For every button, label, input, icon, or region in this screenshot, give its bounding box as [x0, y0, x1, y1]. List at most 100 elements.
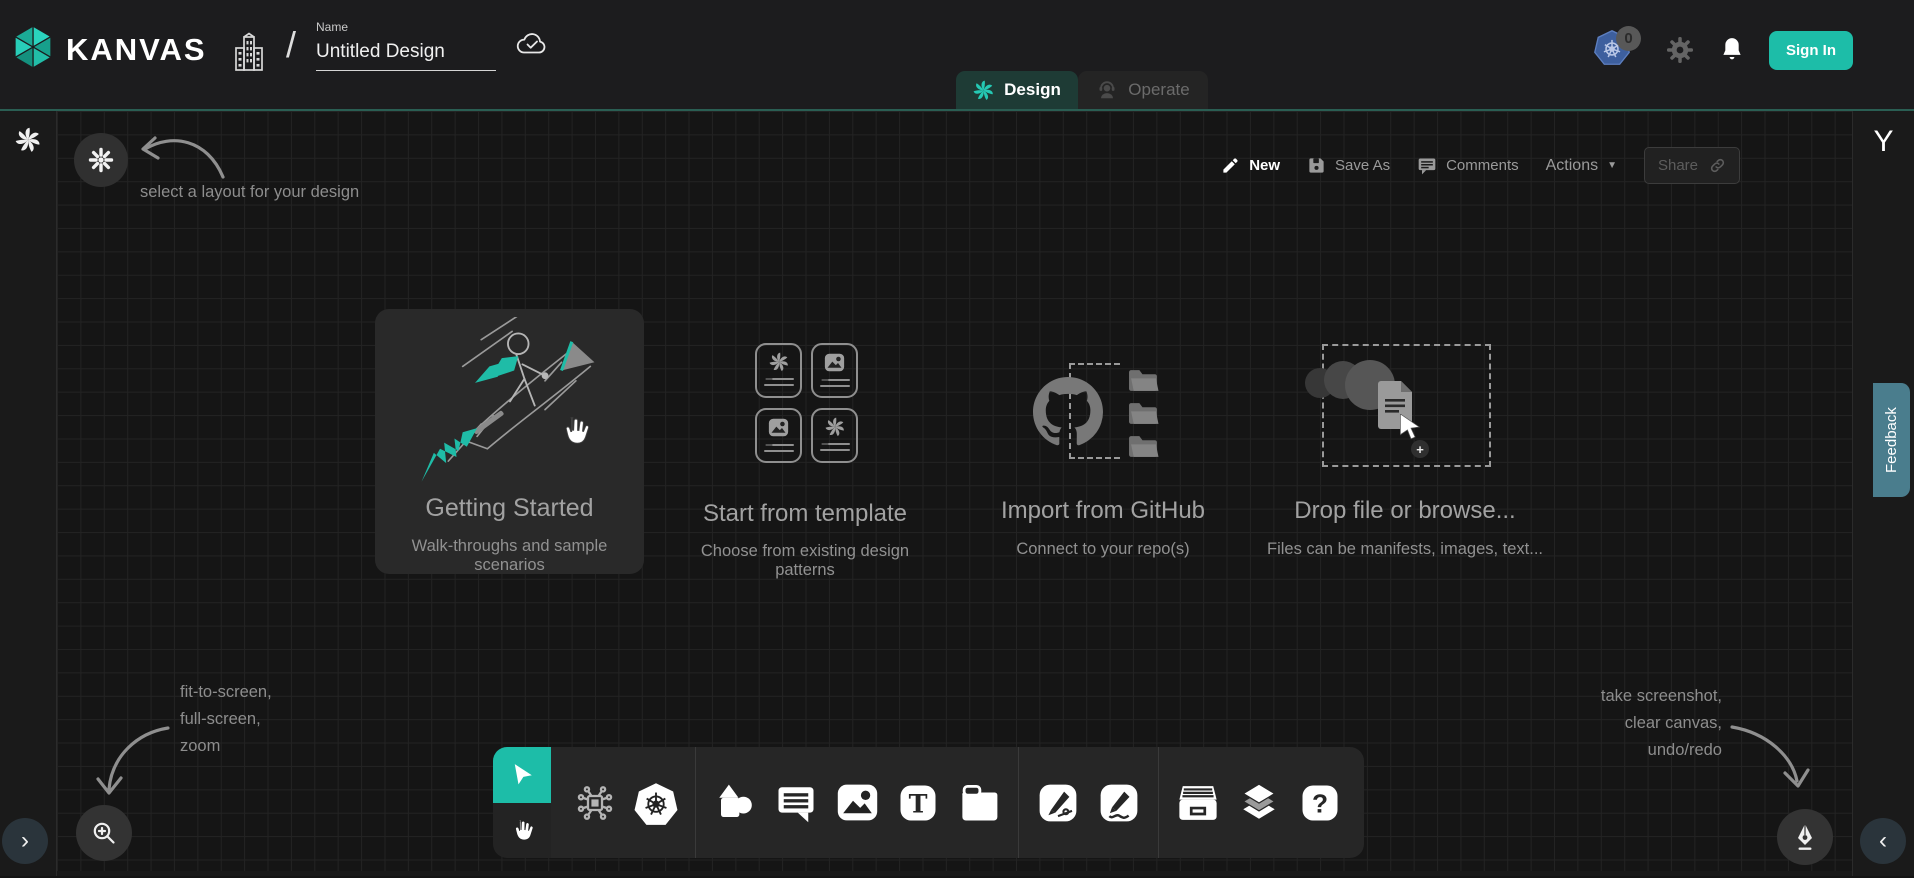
pan-hand-tool[interactable] — [493, 803, 551, 859]
note-icon — [958, 782, 1000, 824]
help-tool[interactable]: ? — [1298, 781, 1342, 825]
image-template-icon — [824, 352, 845, 373]
pencil-tool[interactable] — [1097, 781, 1141, 825]
mode-tabs: Design Operate — [956, 71, 1208, 109]
image-tool[interactable] — [835, 781, 879, 825]
new-label: New — [1249, 157, 1280, 174]
hand-icon — [509, 817, 536, 844]
actions-label: Actions — [1546, 157, 1598, 175]
app-header: KANVAS / Na — [0, 0, 1914, 111]
save-as-label: Save As — [1335, 157, 1390, 174]
expand-left-panel-button[interactable]: › — [2, 818, 48, 864]
comments-label: Comments — [1446, 157, 1519, 174]
image-icon — [836, 781, 879, 824]
shapes-icon — [714, 782, 756, 824]
shapes-tool[interactable] — [713, 781, 757, 825]
drawer-icon — [1176, 782, 1220, 824]
question-mark-icon: ? — [1299, 782, 1341, 824]
pen-mode-button[interactable] — [1777, 809, 1833, 865]
card-title: Drop file or browse... — [1265, 497, 1545, 525]
zoom-button[interactable] — [76, 805, 132, 861]
card-subtitle: Walk-throughs and sample scenarios — [375, 537, 644, 575]
rocket-rider-illustration — [389, 317, 629, 492]
save-as-button[interactable]: Save As — [1307, 156, 1390, 175]
new-button[interactable]: New — [1221, 156, 1280, 175]
card-subtitle: Connect to your repo(s) — [963, 540, 1243, 559]
image-template-icon — [768, 417, 789, 438]
kanvas-app: KANVAS / Na — [0, 0, 1914, 878]
layout-suggestion-button[interactable] — [74, 133, 128, 187]
share-button[interactable]: Share — [1644, 147, 1740, 184]
layout-hint-text: select a layout for your design — [140, 179, 359, 206]
actions-hint-text: take screenshot, clear canvas, undo/redo — [1601, 683, 1722, 764]
link-icon — [1709, 157, 1726, 174]
drop-file-card[interactable]: + Drop file or browse... Files can be ma… — [1265, 344, 1545, 574]
template-tile — [811, 408, 858, 463]
pen-tool[interactable] — [1036, 781, 1080, 825]
text-icon: T — [897, 782, 939, 824]
zoom-hint-text: fit-to-screen, full-screen, zoom — [180, 679, 272, 760]
comment-icon — [775, 782, 817, 824]
feedback-tab[interactable]: Feedback — [1873, 383, 1910, 497]
component-tool[interactable] — [573, 781, 617, 825]
spiral-template-icon — [769, 352, 789, 372]
getting-started-card[interactable]: Getting Started Walk-throughs and sample… — [375, 309, 644, 574]
layers-tool[interactable] — [1237, 781, 1281, 825]
chevron-down-icon: ▼ — [1607, 160, 1617, 171]
header-right: 0 — [1593, 26, 1853, 74]
operate-headset-icon — [1096, 79, 1118, 101]
drawer-tool[interactable] — [1176, 781, 1220, 825]
layers-icon — [1237, 781, 1281, 825]
template-tiles — [755, 343, 858, 463]
main-area: › — [0, 111, 1914, 876]
design-name-input[interactable] — [316, 39, 496, 71]
notifications-bell-icon[interactable] — [1719, 36, 1745, 64]
design-spiral-icon — [973, 80, 994, 101]
svg-text:T: T — [909, 788, 928, 818]
actions-dropdown[interactable]: Actions ▼ — [1546, 157, 1617, 175]
sign-in-button[interactable]: Sign In — [1769, 31, 1853, 70]
toolbar-divider — [1158, 747, 1159, 858]
kubernetes-wheel-icon — [634, 781, 678, 825]
start-from-template-card[interactable]: Start from template Choose from existing… — [673, 343, 937, 573]
pointer-tools-column — [493, 747, 551, 858]
folder-icon — [1128, 368, 1159, 393]
meshery-spiral-icon[interactable] — [15, 127, 41, 153]
collapse-right-panel-button[interactable]: ‹ — [1860, 818, 1906, 864]
cursor-arrow-icon — [509, 762, 535, 788]
save-icon — [1307, 156, 1326, 175]
pen-path-icon — [1037, 782, 1079, 824]
y-logo-icon[interactable]: Y — [1873, 125, 1893, 159]
select-tool[interactable] — [493, 747, 551, 803]
kubernetes-tool[interactable] — [634, 781, 678, 825]
magnifier-plus-icon — [91, 820, 117, 846]
toolbar-divider — [695, 747, 696, 858]
folder-icon — [1128, 434, 1159, 459]
card-title: Start from template — [673, 500, 937, 528]
comments-icon — [1417, 156, 1437, 176]
pencil-icon — [1221, 156, 1240, 175]
comment-tool[interactable] — [774, 781, 818, 825]
kubernetes-credits-button[interactable]: 0 — [1593, 28, 1641, 72]
cloud-saved-icon — [516, 30, 548, 61]
design-canvas[interactable]: select a layout for your design New — [57, 111, 1852, 876]
canvas-toolbar: New Save As — [1221, 147, 1740, 184]
import-from-github-card[interactable]: Import from GitHub Connect to your repo(… — [963, 344, 1243, 574]
text-tool[interactable]: T — [896, 781, 940, 825]
tab-operate[interactable]: Operate — [1078, 71, 1208, 109]
folder-icon — [1128, 401, 1159, 426]
credits-count-badge: 0 — [1616, 26, 1641, 51]
organization-icon[interactable] — [232, 32, 266, 79]
hand-cursor-icon — [557, 413, 593, 449]
brand[interactable]: KANVAS — [12, 24, 207, 75]
cursor-arrow-icon — [1399, 414, 1423, 440]
settings-gear-icon[interactable] — [1665, 35, 1695, 65]
left-sidebar: › — [0, 111, 57, 876]
tab-design-label: Design — [1004, 80, 1061, 100]
card-title: Getting Started — [375, 494, 644, 523]
note-tool[interactable] — [957, 781, 1001, 825]
tab-design[interactable]: Design — [956, 71, 1078, 109]
plus-badge-icon: + — [1411, 440, 1429, 458]
name-field-label: Name — [316, 20, 496, 34]
comments-button[interactable]: Comments — [1417, 156, 1519, 176]
